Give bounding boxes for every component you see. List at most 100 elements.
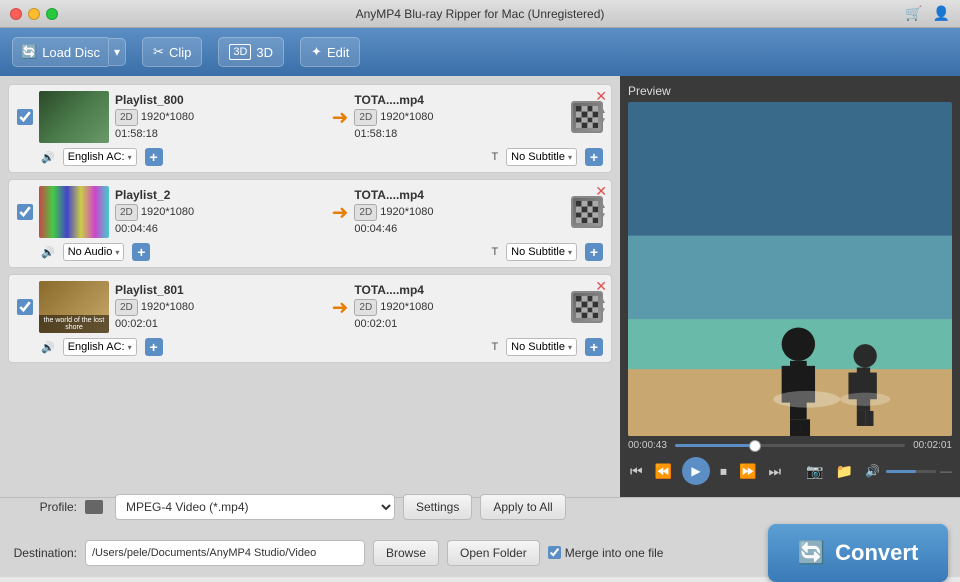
item-3-arrow-icon: ➜ [332,295,349,320]
item-1-output-name: TOTA....mp4 [354,91,565,109]
item-3-output-info: TOTA....mp4 2D 1920*1080 00:02:01 [354,281,565,333]
clip-label: Clip [169,45,191,60]
preview-video-content [628,102,952,436]
item-1-subtitle-label: No Subtitle [511,151,565,163]
item-1-arrow-icon: ➜ [332,105,349,130]
preview-label: Preview [628,84,952,98]
cart-icon[interactable]: 🛒 [905,5,922,22]
item-3-subtitle-select[interactable]: No Subtitle ▾ [506,338,577,356]
item-3-add-subtitle-button[interactable]: + [585,338,603,356]
item-2-row2: 🔊 No Audio ▾ + T No Subtitle ▾ + [41,243,603,261]
preview-panel: Preview [620,76,960,497]
load-disc-button[interactable]: 🔄 Load Disc [12,37,108,67]
edit-button[interactable]: ✦ Edit [300,37,360,67]
item-2-expand-button[interactable]: ▲▼ [597,200,607,222]
item-1-name: Playlist_800 [115,91,326,109]
playlist-item-1: ✕ ▲▼ Playlist_800 2D 1920*1080 01:58:18 … [8,84,612,173]
merge-checkbox[interactable] [548,546,561,559]
item-1-audio-select[interactable]: English AC: ▾ [63,148,137,166]
convert-icon: 🔄 [798,540,825,566]
3d-button[interactable]: 3D 3D [218,37,284,67]
disc-icon: 🔄 [21,44,37,60]
item-2-subtitle-select[interactable]: No Subtitle ▾ [506,243,577,261]
user-icon[interactable]: 👤 [933,5,950,22]
profile-row: Profile: MPEG-4 Video (*.mp4) Settings A… [12,494,948,520]
load-disc-dropdown[interactable]: ▾ [108,38,126,66]
item-3-subtitle-arrow: ▾ [568,343,572,352]
item-1-badge-2d: 2D [115,109,138,126]
skip-start-button[interactable]: ⏮ [628,461,645,482]
volume-icon[interactable]: 🔊 [863,462,882,480]
app-title: AnyMP4 Blu-ray Ripper for Mac (Unregiste… [356,7,605,21]
toolbar: 🔄 Load Disc ▾ ✂ Clip 3D 3D ✦ Edit [0,28,960,76]
item-1-audio-arrow: ▾ [128,153,132,162]
item-2-close-button[interactable]: ✕ [595,184,607,198]
volume-bar: 🔊 — [863,462,952,480]
item-1-add-audio-button[interactable]: + [145,148,163,166]
close-button[interactable] [10,8,22,20]
item-2-audio-label: No Audio [68,246,113,258]
item-3-row2: 🔊 English AC: ▾ + T No Subtitle ▾ + [41,338,603,356]
item-2-output-duration: 00:04:46 [354,221,565,238]
folder-button[interactable]: 📁 [834,461,855,482]
item-1-row2: 🔊 English AC: ▾ + T No Subtitle ▾ + [41,148,603,166]
item-3-expand-button[interactable]: ▲▼ [597,295,607,317]
3d-icon: 3D [229,44,251,60]
item-3-subtitle-label: No Subtitle [511,341,565,353]
volume-track[interactable] [886,470,936,473]
item-1-subtitle-select[interactable]: No Subtitle ▾ [506,148,577,166]
maximize-button[interactable] [46,8,58,20]
item-3-subtitle-icon: T [491,341,498,353]
item-2-thumbnail [39,186,109,238]
item-3-audio-icon: 🔊 [41,341,55,354]
item-1-add-subtitle-button[interactable]: + [585,148,603,166]
playlist-item-3: ✕ ▲▼ the world of the lost shore Playlis… [8,274,612,363]
seek-bar[interactable] [675,444,905,447]
item-2-row1: Playlist_2 2D 1920*1080 00:04:46 ➜ TOTA.… [17,186,603,238]
item-1-audio-icon: 🔊 [41,151,55,164]
item-3-output-resolution: 2D 1920*1080 [354,299,565,316]
browse-button[interactable]: Browse [373,540,439,566]
item-2-audio-arrow: ▾ [115,248,119,257]
item-2-output-info: TOTA....mp4 2D 1920*1080 00:04:46 [354,186,565,238]
window-controls [10,8,58,20]
item-1-expand-button[interactable]: ▲▼ [597,105,607,127]
item-1-checkbox[interactable] [17,109,33,125]
item-1-thumbnail [39,91,109,143]
item-3-close-button[interactable]: ✕ [595,279,607,293]
item-3-audio-arrow: ▾ [128,343,132,352]
item-2-arrow-icon: ➜ [332,200,349,225]
skip-end-button[interactable]: ⏭ [766,461,783,482]
screenshot-button[interactable]: 📷 [804,461,825,482]
title-bar: AnyMP4 Blu-ray Ripper for Mac (Unregiste… [0,0,960,28]
item-1-close-button[interactable]: ✕ [595,89,607,103]
step-back-button[interactable]: ⏪ [653,461,674,482]
step-forward-button[interactable]: ⏩ [737,461,758,482]
item-2-add-audio-button[interactable]: + [132,243,150,261]
item-2-audio-select[interactable]: No Audio ▾ [63,243,125,261]
item-2-checkbox[interactable] [17,204,33,220]
apply-all-button[interactable]: Apply to All [480,494,565,520]
open-folder-button[interactable]: Open Folder [447,540,540,566]
preview-svg [628,102,952,436]
minimize-button[interactable] [28,8,40,20]
time-total: 00:02:01 [913,440,952,451]
playlist-item-2: ✕ ▲▼ Playlist_2 2D 1920*1080 00:04:46 ➜ … [8,179,612,268]
clip-button[interactable]: ✂ Clip [142,37,202,67]
item-3-add-audio-button[interactable]: + [145,338,163,356]
item-3-audio-select[interactable]: English AC: ▾ [63,338,137,356]
convert-button[interactable]: 🔄 Convert [768,524,948,582]
settings-button[interactable]: Settings [403,494,472,520]
profile-select[interactable]: MPEG-4 Video (*.mp4) [115,494,395,520]
item-2-badge-2d: 2D [115,204,138,221]
play-button[interactable]: ▶ [682,457,710,485]
convert-label: Convert [835,540,918,566]
item-3-info: Playlist_801 2D 1920*1080 00:02:01 [115,281,326,333]
load-disc-label: Load Disc [42,45,100,60]
item-3-checkbox[interactable] [17,299,33,315]
item-1-resolution: 2D 1920*1080 [115,109,326,126]
stop-button[interactable]: ⏹ [718,461,729,482]
item-2-add-subtitle-button[interactable]: + [585,243,603,261]
item-1-subtitle-icon: T [491,151,498,163]
destination-input[interactable] [85,540,365,566]
